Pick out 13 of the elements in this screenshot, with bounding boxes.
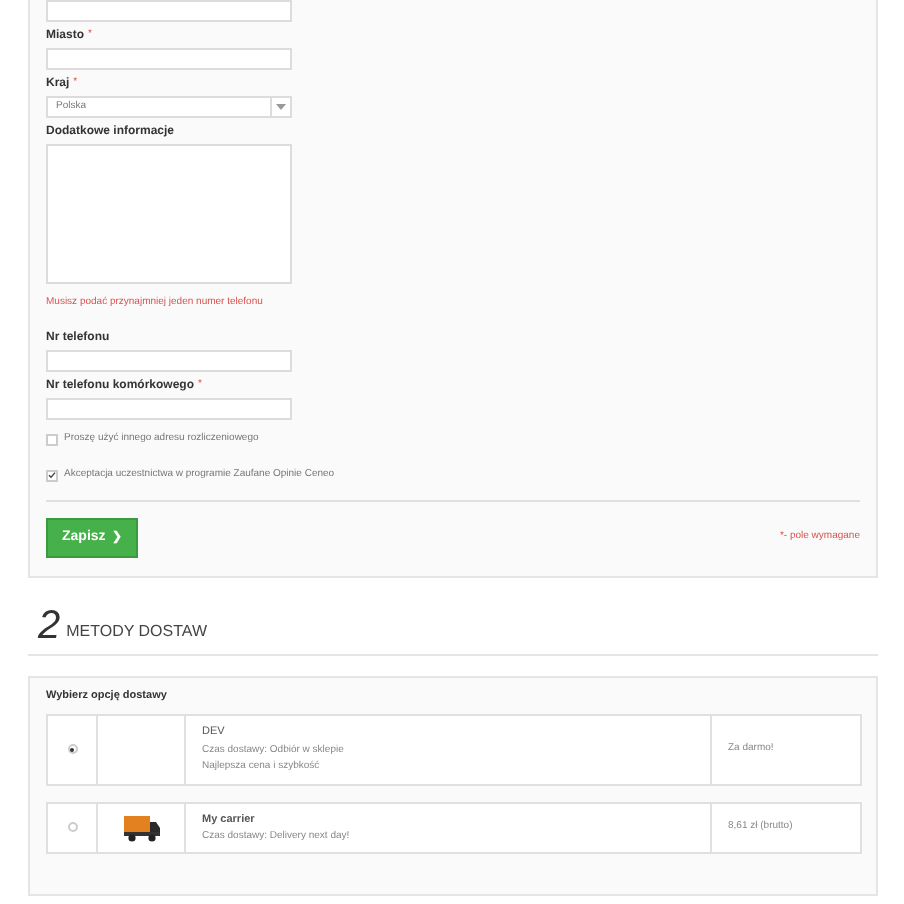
text-field[interactable] <box>46 350 292 372</box>
checkbox[interactable] <box>46 469 58 481</box>
section-title: METODY DOSTAW <box>66 622 207 642</box>
text-area[interactable] <box>46 144 292 284</box>
step-number: 2 <box>38 606 61 646</box>
text-field[interactable] <box>46 48 292 70</box>
text-field[interactable] <box>46 0 292 22</box>
dropdown-caret-icon <box>276 104 286 110</box>
radio-button[interactable] <box>67 822 77 833</box>
truck-icon <box>121 813 161 842</box>
radio-button[interactable] <box>67 744 77 755</box>
check-icon <box>48 470 56 480</box>
text-field[interactable] <box>46 398 292 420</box>
